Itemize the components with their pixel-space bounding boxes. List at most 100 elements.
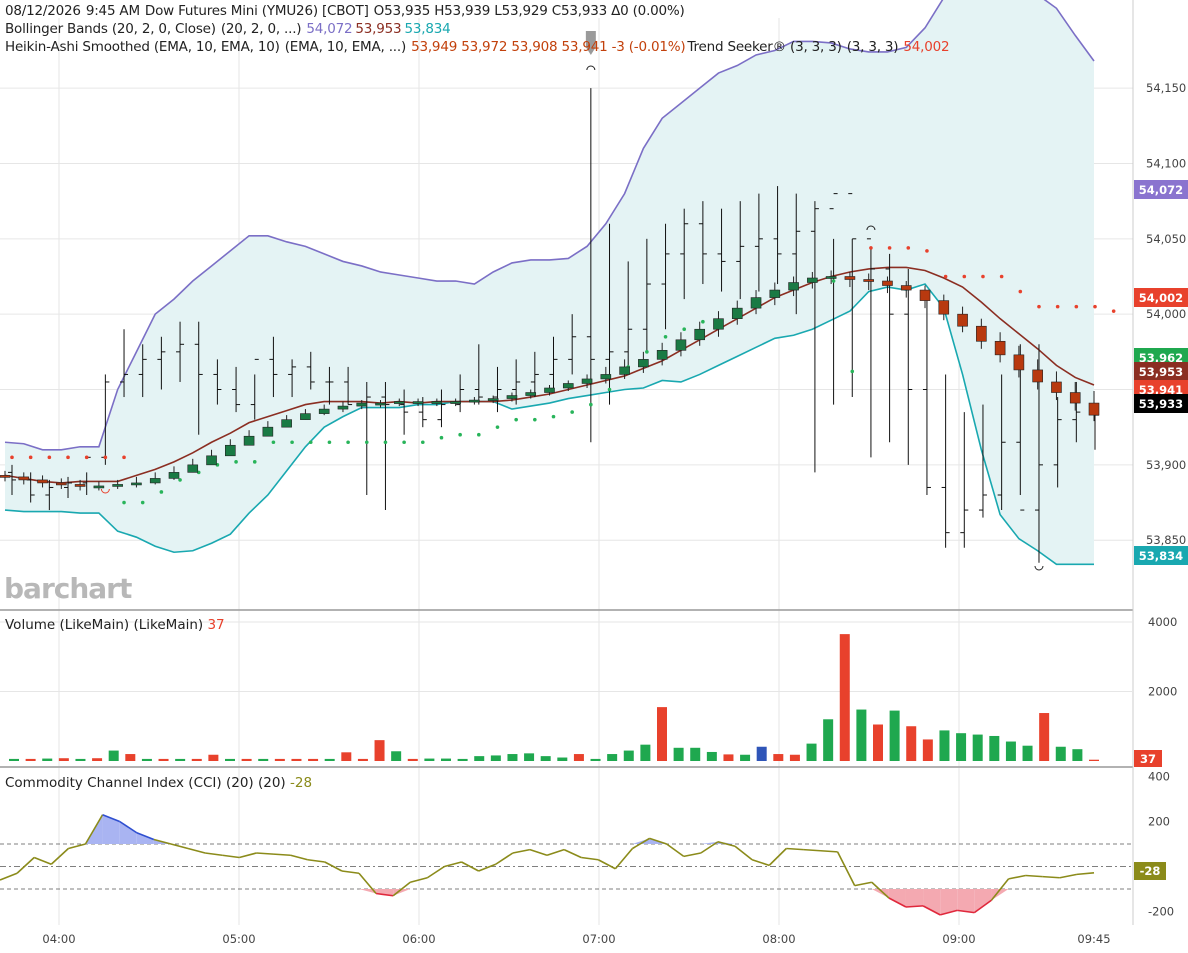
volume-bar	[191, 758, 202, 761]
header-bollinger[interactable]: Bollinger Bands (20, 2, 0, Close) (20, 2,…	[5, 21, 456, 37]
trend-seeker-bull-dot	[420, 440, 425, 445]
ha-body	[919, 289, 931, 301]
trend-seeker-bull-dot	[122, 500, 126, 505]
trend-seeker-bear-dot	[1055, 304, 1060, 309]
time-tick-label: 05:00	[222, 932, 255, 946]
volume-bar	[806, 743, 817, 761]
header-heikin-ashi[interactable]: Heikin-Ashi Smoothed (EMA, 10, EMA, 10)(…	[5, 39, 954, 55]
cci-oversold-fill	[957, 889, 975, 913]
ha-body	[1032, 369, 1043, 383]
volume-bar	[773, 754, 784, 761]
volume-bar	[839, 634, 850, 761]
cci-segment	[751, 858, 770, 867]
cci-segment	[905, 905, 924, 908]
volume-bar	[590, 758, 601, 761]
cci-segment	[1042, 875, 1060, 879]
ha-body	[56, 482, 67, 486]
ha-body	[544, 387, 555, 393]
trend-seeker-bear-dot	[906, 246, 911, 250]
volume-bar	[657, 707, 667, 761]
ha-body	[187, 464, 199, 473]
header-symbol[interactable]: Dow Futures Mini (YMU26) [CBOT]	[145, 3, 369, 19]
cci-segment	[836, 851, 856, 886]
cci-segment	[273, 853, 291, 857]
bollinger-lower-value: 53,834	[404, 21, 451, 37]
volume-bar	[956, 733, 967, 761]
trend-seeker-bear-dot	[10, 455, 14, 460]
volume-bar	[141, 758, 152, 761]
volume-bar	[856, 709, 867, 761]
cci-segment	[341, 870, 360, 875]
cci-pane-title[interactable]: Commodity Channel Index (CCI) (20) (20) …	[5, 775, 312, 791]
trend-seeker-bull-dot	[383, 440, 388, 445]
trend-seeker-bear-dot	[869, 246, 873, 250]
heikin-params: (EMA, 10, EMA, ...)	[284, 39, 407, 55]
price-tag-label: 54,002	[1139, 291, 1183, 305]
trend-seeker-params: (3, 3, 3)	[846, 39, 899, 55]
bollinger-fill	[5, 0, 1094, 565]
chart-canvas[interactable]: 54,15054,10054,05054,00053,95053,90053,8…	[0, 0, 1188, 953]
volume-bar	[175, 758, 186, 761]
cci-oversold-fill	[888, 889, 906, 907]
trend-seeker-bull-dot	[701, 319, 705, 324]
ha-body	[300, 413, 311, 420]
bollinger-params: (20, 2, 0, ...)	[220, 21, 302, 37]
cci-segment	[426, 865, 445, 879]
cci-segment	[614, 847, 634, 870]
price-tick-label: 53,850	[1146, 533, 1186, 547]
volume-bar	[225, 758, 235, 761]
ha-body	[750, 297, 762, 309]
ha-body	[318, 408, 330, 414]
volume-bar	[1039, 713, 1050, 761]
time-tick-label: 07:00	[582, 932, 615, 946]
trend-seeker-bull-dot	[607, 387, 612, 392]
cci-segment	[16, 856, 35, 874]
trend-seeker-value: 54,002	[903, 39, 950, 55]
trend-seeker-bull-dot	[252, 460, 257, 464]
volume-bar	[989, 735, 1000, 761]
volume-bar	[823, 719, 834, 761]
trend-seeker-bull-dot	[831, 279, 836, 283]
volume-bar	[42, 758, 53, 761]
ha-body	[788, 282, 799, 291]
ha-body	[525, 392, 537, 396]
ha-body	[93, 485, 105, 489]
ha-body	[281, 419, 292, 428]
ha-body	[844, 276, 856, 280]
cci-oversold-fill	[974, 889, 992, 913]
cci-segment	[854, 881, 872, 887]
ha-body	[656, 350, 668, 360]
cci-tag-label: -28	[1140, 864, 1161, 878]
ha-body	[1013, 354, 1025, 371]
trend-seeker-bull-dot	[290, 440, 294, 445]
cci-segment	[444, 861, 462, 868]
volume-bar	[623, 750, 634, 761]
cci-segment	[563, 848, 582, 859]
trend-seeker-bear-dot	[122, 455, 126, 460]
volume-bar	[324, 758, 335, 761]
cci-segment	[1076, 872, 1095, 876]
volume-bar	[490, 755, 501, 761]
price-tick-label: 54,150	[1146, 81, 1186, 95]
volume-bar	[922, 739, 933, 761]
ha-body	[337, 405, 349, 410]
volume-bar	[607, 754, 618, 761]
trend-seeker-bull-dot	[140, 500, 145, 505]
volume-bar	[274, 758, 285, 761]
trend-seeker-bear-dot	[981, 274, 985, 279]
trend-seeker-bear-dot	[887, 246, 892, 250]
trend-seeker-bear-dot	[66, 455, 70, 460]
volume-bar	[673, 747, 684, 761]
time-tick-label: 09:45	[1077, 932, 1110, 946]
ha-body	[431, 401, 443, 404]
volume-pane-title[interactable]: Volume (LikeMain) (LikeMain) 37	[5, 617, 225, 633]
cci-segment	[495, 852, 514, 865]
ha-body	[1051, 381, 1062, 393]
bollinger-label: Bollinger Bands (20, 2, 0, Close)	[5, 21, 216, 37]
volume-bar	[241, 758, 252, 761]
header-date: 08/12/2026	[5, 3, 81, 19]
trend-seeker-bull-dot	[439, 435, 444, 440]
trend-seeker-bear-dot	[1111, 309, 1116, 313]
cci-segment	[205, 852, 223, 857]
trend-seeker-bear-dot	[925, 249, 929, 253]
